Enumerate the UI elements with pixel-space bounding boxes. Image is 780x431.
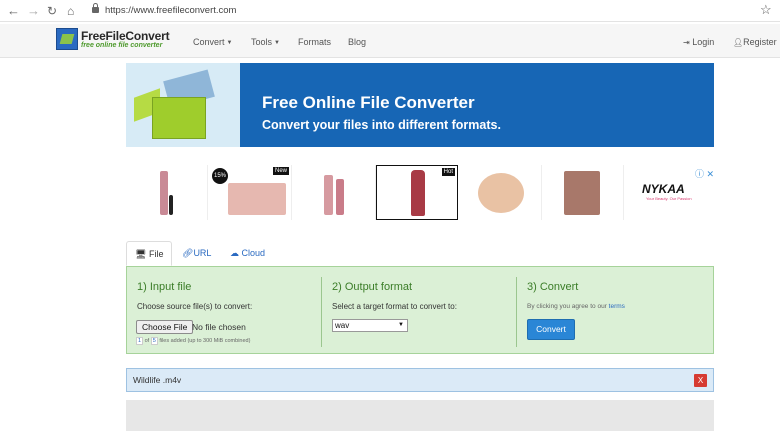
banner-illustration — [126, 63, 240, 147]
new-badge: New — [272, 167, 289, 175]
reload-icon[interactable]: ↻ — [47, 3, 57, 19]
lipstick-shape — [324, 175, 333, 215]
forward-arrow-icon[interactable]: → — [27, 3, 40, 19]
input-step: 1) Input file Choose source file(s) to c… — [127, 267, 321, 355]
register-link[interactable]: 👤︎Register — [733, 36, 777, 49]
input-title: 1) Input file — [137, 281, 192, 293]
file-chosen-status: No file chosen — [192, 322, 246, 332]
file-name: Wildlife .m4v — [133, 375, 182, 385]
url-text: https://www.freefileconvert.com — [105, 5, 237, 16]
link-icon: 🔗︎ — [182, 248, 194, 258]
ad-strip[interactable]: 15% New Hot ⓘ ✕ NYKAA Your Beauty. Our P… — [126, 165, 714, 220]
hero-banner: Free Online File Converter Convert your … — [126, 63, 714, 147]
caret-down-icon: ▼ — [274, 40, 280, 46]
logo-subtitle: free online file converter — [81, 42, 163, 49]
choose-file-button[interactable]: Choose File — [136, 320, 194, 334]
blush-shape — [564, 171, 600, 215]
ad-item-makeup-kit[interactable]: 15% New — [210, 165, 292, 220]
selected-format: wav — [335, 321, 350, 330]
menu-convert-label: Convert — [193, 37, 225, 47]
ad-info-close-icon[interactable]: ⓘ ✕ — [695, 167, 714, 180]
input-description: Choose source file(s) to convert: — [137, 302, 253, 311]
address-bar[interactable]: https://www.freefileconvert.com — [92, 2, 236, 19]
login-label: Login — [692, 37, 715, 47]
terms-prefix: By clicking you agree to our — [527, 303, 607, 310]
dress-shape — [411, 170, 425, 216]
file-count-current: 1 — [136, 337, 144, 345]
file-count-suffix: files added (up to 300 MiB combined) — [159, 338, 251, 344]
tab-file-label: File — [148, 249, 164, 259]
login-icon: ⇥ — [683, 38, 690, 47]
tab-cloud[interactable]: ☁ Cloud — [222, 241, 273, 266]
dropdown-arrow-icon: ▼ — [398, 322, 404, 328]
home-icon[interactable]: ⌂ — [67, 3, 74, 19]
powder-shape — [478, 173, 524, 213]
terms-notice: By clicking you agree to our terms — [527, 303, 625, 310]
monitor-icon: 🖥︎ — [135, 249, 147, 259]
lipgloss-cap-shape — [169, 195, 173, 215]
tab-url[interactable]: 🔗︎URL — [174, 241, 219, 266]
ad-item-lipgloss[interactable] — [126, 165, 208, 220]
tab-file[interactable]: 🖥︎ File — [126, 241, 173, 266]
banner-subtitle: Convert your files into different format… — [262, 118, 501, 132]
hot-badge: Hot — [441, 168, 455, 176]
site-navbar: FreeFileConvert free online file convert… — [0, 24, 780, 58]
lipstick2-shape — [336, 179, 344, 215]
tab-url-label: URL — [193, 248, 212, 258]
file-list-row: Wildlife .m4v X — [126, 368, 714, 392]
nykaa-logo: NYKAA — [642, 182, 685, 196]
menu-tools-label: Tools — [251, 37, 273, 47]
ad-item-dress[interactable]: Hot — [376, 165, 458, 220]
remove-file-button[interactable]: X — [694, 374, 707, 387]
file-count: 1 of 5 files added (up to 300 MiB combin… — [136, 337, 250, 345]
back-arrow-icon[interactable]: ← — [7, 3, 20, 19]
output-description: Select a target format to convert to: — [332, 302, 457, 311]
box-shape — [152, 97, 206, 139]
tab-cloud-label: Cloud — [241, 248, 266, 258]
caret-down-icon: ▼ — [226, 40, 233, 46]
file-count-max: 5 — [150, 337, 158, 345]
ad-item-lipstick[interactable] — [294, 165, 376, 220]
lock-icon — [92, 3, 99, 13]
output-step: 2) Output format Select a target format … — [322, 267, 516, 355]
converter-panel: 1) Input file Choose source file(s) to c… — [126, 266, 714, 354]
discount-badge: 15% — [212, 168, 228, 184]
menu-convert[interactable]: Convert ▼ — [193, 36, 232, 50]
info-panel — [126, 400, 714, 431]
menu-tools[interactable]: Tools ▼ — [251, 36, 280, 50]
output-format-select[interactable]: wav ▼ — [332, 319, 408, 332]
lipgloss-shape — [160, 171, 168, 215]
menu-blog[interactable]: Blog — [348, 36, 366, 48]
convert-step: 3) Convert By clicking you agree to our … — [517, 267, 713, 355]
cloud-icon: ☁ — [230, 248, 239, 258]
bookmark-star-icon[interactable]: ☆ — [760, 2, 772, 18]
terms-link[interactable]: terms — [609, 303, 625, 310]
nykaa-tagline: Your Beauty. Our Passion — [646, 196, 692, 201]
source-tabs: 🖥︎ File 🔗︎URL ☁ Cloud — [126, 241, 714, 266]
convert-button[interactable]: Convert — [527, 319, 575, 340]
ad-item-blush[interactable] — [542, 165, 624, 220]
file-count-of: of — [144, 338, 150, 344]
browser-toolbar: ← → ↻ ⌂ https://www.freefileconvert.com … — [0, 0, 780, 22]
makeup-case-shape — [228, 183, 286, 215]
ad-item-nykaa[interactable]: ⓘ ✕ NYKAA Your Beauty. Our Passion — [624, 165, 714, 220]
register-label: Register — [743, 37, 777, 47]
banner-title: Free Online File Converter — [262, 93, 475, 112]
ad-item-powder[interactable] — [460, 165, 542, 220]
convert-title: 3) Convert — [527, 281, 579, 293]
output-title: 2) Output format — [332, 281, 413, 293]
menu-formats[interactable]: Formats — [298, 36, 331, 48]
logo-icon — [56, 28, 78, 50]
login-link[interactable]: ⇥ Login — [683, 36, 714, 49]
logo-title: FreeFileConvert — [81, 29, 170, 43]
user-icon: 👤︎ — [733, 38, 744, 47]
site-logo[interactable]: FreeFileConvert free online file convert… — [56, 28, 171, 53]
